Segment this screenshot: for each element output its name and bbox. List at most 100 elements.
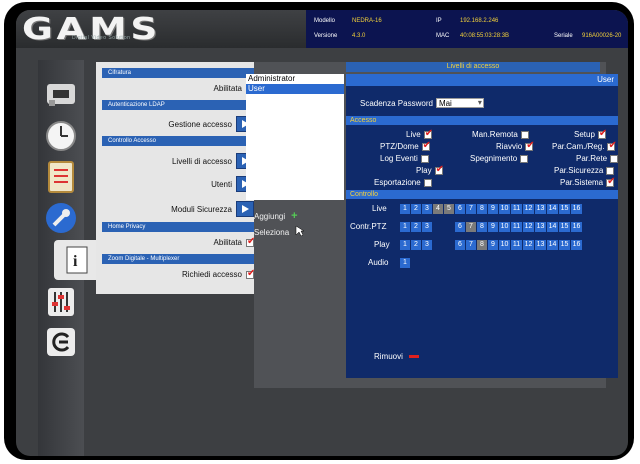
model-label: Modello xyxy=(314,18,336,24)
perm-setup-label: Setup xyxy=(574,130,595,139)
channel-button[interactable]: 10 xyxy=(499,204,510,214)
channel-button[interactable]: 14 xyxy=(547,222,558,232)
channel-button[interactable]: 3 xyxy=(422,204,432,214)
password-expiry-select[interactable]: Mai xyxy=(435,98,484,108)
section-zoom: Zoom Digitale - Multiplexer xyxy=(102,254,256,264)
channel-button[interactable]: 1 xyxy=(400,204,410,214)
password-expiry-row: Scadenza Password Mai xyxy=(360,98,484,108)
channel-empty xyxy=(433,240,443,250)
channel-button[interactable]: 11 xyxy=(511,222,522,232)
perm-live-checkbox[interactable] xyxy=(423,128,433,139)
channel-button[interactable]: 7 xyxy=(466,222,476,232)
password-expiry-label: Scadenza Password xyxy=(360,98,433,108)
mac-value: 40:08:55:03:28:3B xyxy=(460,33,510,39)
channel-button[interactable]: 6 xyxy=(455,240,465,250)
channel-button[interactable]: 2 xyxy=(411,222,421,232)
tools-icon[interactable] xyxy=(41,200,81,236)
add-user-button[interactable]: Aggiungi + xyxy=(254,208,305,224)
channel-button[interactable]: 2 xyxy=(411,204,421,214)
channel-button[interactable]: 15 xyxy=(559,240,570,250)
perm-log-checkbox[interactable] xyxy=(420,154,429,163)
channel-button[interactable]: 9 xyxy=(488,204,498,214)
richiedi-checkbox[interactable] xyxy=(246,268,255,279)
perm-man-remota: Man.Remota xyxy=(472,130,529,139)
channel-button[interactable]: 4 xyxy=(433,204,443,214)
perm-ptz-checkbox[interactable] xyxy=(421,140,431,151)
perm-par-sicurezza-checkbox[interactable] xyxy=(606,166,615,175)
perm-riavvio-checkbox[interactable] xyxy=(525,140,535,151)
cifratura-abilitata-label: Abilitata xyxy=(213,84,242,93)
channel-button[interactable]: 13 xyxy=(535,204,546,214)
perm-par-rete-checkbox[interactable] xyxy=(610,154,619,163)
info-icon[interactable]: i xyxy=(54,240,100,280)
channel-button[interactable]: 9 xyxy=(488,222,498,232)
channel-button[interactable]: 2 xyxy=(411,240,421,250)
perm-spegnimento-checkbox[interactable] xyxy=(520,154,529,163)
perm-log-label: Log Eventi xyxy=(380,154,418,163)
channel-button[interactable]: 1 xyxy=(400,240,410,250)
home-privacy-row: Abilitata xyxy=(213,236,256,248)
user-item-administrator[interactable]: Administrator xyxy=(246,74,344,84)
select-user-button[interactable]: Seleziona xyxy=(254,224,306,240)
ip-value: 192.168.2.246 xyxy=(460,18,499,24)
perm-setup-checkbox[interactable] xyxy=(597,128,607,139)
perm-par-sistema: Par.Sistema xyxy=(560,176,616,188)
channel-button[interactable]: 11 xyxy=(511,204,522,214)
channel-button[interactable]: 16 xyxy=(571,222,582,232)
home-privacy-checkbox[interactable] xyxy=(246,236,255,247)
channel-button[interactable]: 12 xyxy=(523,240,534,250)
perm-man-remota-checkbox[interactable] xyxy=(520,130,529,139)
channel-empty xyxy=(444,222,454,232)
user-actions: Aggiungi + Seleziona xyxy=(254,208,306,240)
user-list[interactable]: Administrator User xyxy=(246,74,344,200)
channel-button[interactable]: 16 xyxy=(571,240,582,250)
perm-play-checkbox[interactable] xyxy=(434,164,444,175)
channel-button[interactable]: 3 xyxy=(422,222,432,232)
perm-export: Esportazione xyxy=(374,178,432,187)
channel-button[interactable]: 8 xyxy=(477,204,487,214)
moduli-button[interactable] xyxy=(236,201,254,217)
perm-par-sistema-checkbox[interactable] xyxy=(606,176,616,187)
channel-button[interactable]: 16 xyxy=(571,204,582,214)
channel-button[interactable]: 9 xyxy=(488,240,498,250)
mixer-icon[interactable] xyxy=(41,284,81,320)
channel-button[interactable]: 1 xyxy=(400,222,410,232)
perm-export-checkbox[interactable] xyxy=(423,178,432,187)
channel-button[interactable]: 5 xyxy=(444,204,454,214)
camera-icon[interactable] xyxy=(41,76,81,112)
channel-button[interactable]: 14 xyxy=(547,204,558,214)
clock-icon[interactable] xyxy=(41,118,81,154)
perm-man-remota-label: Man.Remota xyxy=(472,130,518,139)
channel-button[interactable]: 7 xyxy=(466,204,476,214)
channel-button[interactable]: 6 xyxy=(455,222,465,232)
audio-channel-button[interactable]: 1 xyxy=(400,258,410,268)
channel-button[interactable]: 10 xyxy=(499,240,510,250)
channel-button[interactable]: 13 xyxy=(535,222,546,232)
perm-ptz-label: PTZ/Dome xyxy=(380,142,419,151)
channel-button[interactable]: 7 xyxy=(466,240,476,250)
user-item-user[interactable]: User xyxy=(246,84,344,94)
channel-button[interactable]: 11 xyxy=(511,240,522,250)
power-icon[interactable] xyxy=(41,324,81,360)
cursor-icon xyxy=(295,225,306,239)
home-abilitata-label: Abilitata xyxy=(213,238,242,247)
channel-button[interactable]: 14 xyxy=(547,240,558,250)
channel-button[interactable]: 10 xyxy=(499,222,510,232)
perm-par-cam-checkbox[interactable] xyxy=(607,140,617,151)
ctrl-ptz-channels: 1 2 3 6 7 8 9 10 11 12 13 14 15 16 xyxy=(400,222,582,232)
select-label: Seleziona xyxy=(254,227,290,237)
channel-button[interactable]: 3 xyxy=(422,240,432,250)
channel-button[interactable]: 13 xyxy=(535,240,546,250)
channel-button[interactable]: 12 xyxy=(523,222,534,232)
channel-button[interactable]: 6 xyxy=(455,204,465,214)
channel-button[interactable]: 8 xyxy=(477,222,487,232)
channel-button[interactable]: 12 xyxy=(523,204,534,214)
security-settings-panel: Cifratura Abilitata Autenticazione LDAP … xyxy=(96,62,262,294)
channel-button[interactable]: 15 xyxy=(559,204,570,214)
ctrl-live-channels: 1 2 3 4 5 6 7 8 9 10 11 12 13 14 15 16 xyxy=(400,204,582,214)
channel-button[interactable]: 8 xyxy=(477,240,487,250)
section-controllo: Controllo xyxy=(346,190,618,199)
channel-button[interactable]: 15 xyxy=(559,222,570,232)
remove-user-button[interactable]: Rimuovi xyxy=(374,352,419,361)
checklist-icon[interactable] xyxy=(41,158,81,194)
